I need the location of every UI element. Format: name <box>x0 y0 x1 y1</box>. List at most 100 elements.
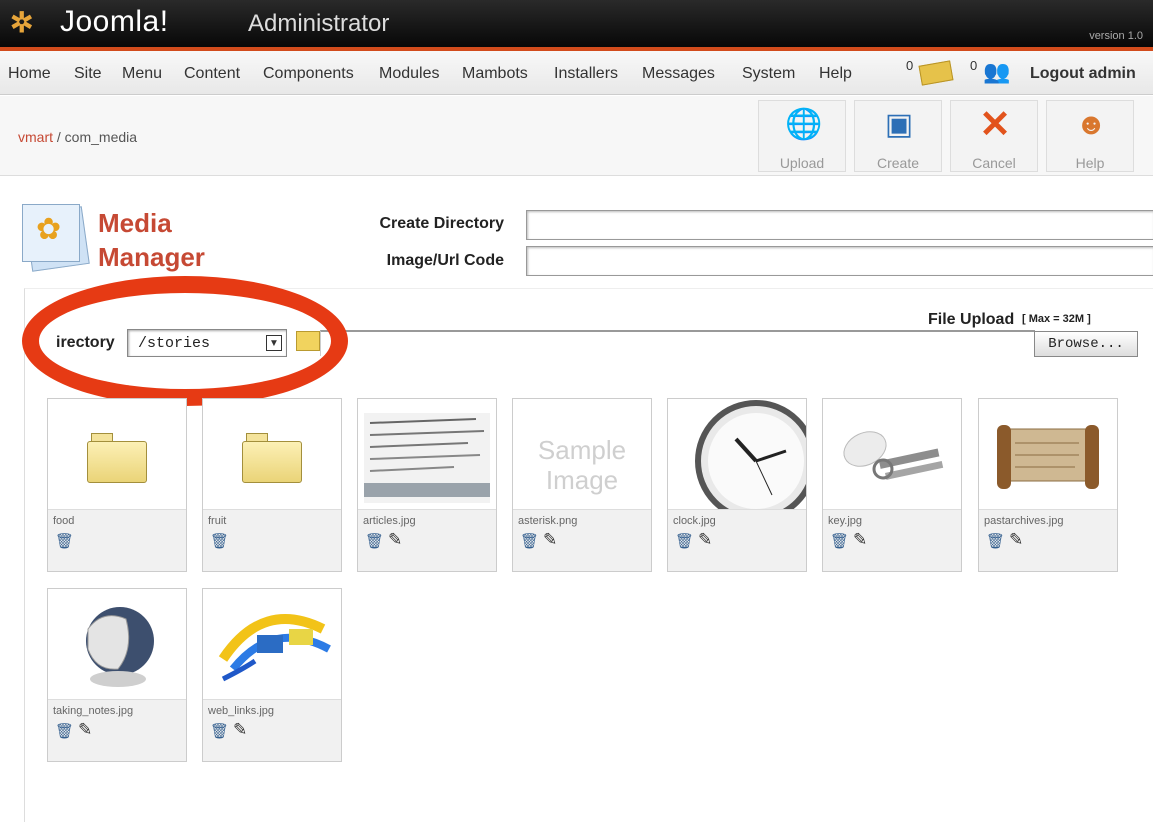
menu-menu[interactable]: Menu <box>122 65 162 83</box>
media-item[interactable]: clock.jpg 🗑 ✎ <box>667 398 807 572</box>
pencil-icon[interactable]: ✎ <box>853 530 867 550</box>
menu-home[interactable]: Home <box>8 65 51 83</box>
trash-icon[interactable]: 🗑 <box>210 722 229 740</box>
highlight-ring <box>22 276 348 406</box>
folder-thumbnail[interactable] <box>203 399 341 509</box>
menu-content[interactable]: Content <box>184 65 240 83</box>
create-window-icon: ▣ <box>884 108 914 141</box>
help-button[interactable]: ☻ Help <box>1046 100 1134 172</box>
messages-count: 0 <box>906 58 914 73</box>
web-links-thumbnail[interactable] <box>203 589 341 699</box>
breadcrumb-current: com_media <box>64 129 138 145</box>
media-item-name: web_links.jpg <box>208 705 275 717</box>
menu-components[interactable]: Components <box>263 65 354 83</box>
breadcrumb: vmart / com_media <box>18 129 137 145</box>
cancel-button[interactable]: ✕ Cancel <box>950 100 1038 172</box>
pencil-icon[interactable]: ✎ <box>1009 530 1023 550</box>
pencil-icon[interactable]: ✎ <box>78 720 92 740</box>
image-url-code-label: Image/Url Code <box>386 252 504 269</box>
scroll-image <box>997 425 1099 489</box>
users-icon[interactable]: 👥 <box>983 59 1010 85</box>
menu-installers[interactable]: Installers <box>554 65 618 83</box>
create-button[interactable]: ▣ Create <box>854 100 942 172</box>
media-item[interactable]: key.jpg 🗑 ✎ <box>822 398 962 572</box>
media-item-name: taking_notes.jpg <box>53 705 134 717</box>
trash-icon[interactable]: 🗑 <box>210 532 229 550</box>
breadcrumb-link[interactable]: vmart <box>18 129 53 145</box>
trash-icon[interactable]: 🗑 <box>365 532 384 550</box>
menu-modules[interactable]: Modules <box>379 65 439 83</box>
browse-button[interactable]: Browse... <box>1034 331 1138 357</box>
breadcrumb-separator: / <box>53 129 65 145</box>
media-item[interactable]: pastarchives.jpg 🗑 ✎ <box>978 398 1118 572</box>
media-item-name: key.jpg <box>828 515 863 527</box>
media-item[interactable]: taking_notes.jpg 🗑 ✎ <box>47 588 187 762</box>
create-label: Create <box>876 155 920 171</box>
toolbar-row: vmart / com_media 🌐 Upload ▣ Create ✕ Ca… <box>0 96 1153 176</box>
sample-image-text: Sample Image <box>537 435 627 495</box>
pastarchives-thumbnail[interactable] <box>979 399 1117 509</box>
brand-name: Joomla! <box>60 5 169 38</box>
file-upload-field[interactable] <box>320 330 1035 356</box>
key-thumbnail[interactable] <box>823 399 961 509</box>
asterisk-thumbnail[interactable]: Sample Image <box>513 399 651 509</box>
clock-image <box>695 400 806 509</box>
help-person-icon: ☻ <box>1075 108 1107 141</box>
key-image <box>843 431 944 480</box>
cancel-label: Cancel <box>972 155 1016 171</box>
media-item-name: pastarchives.jpg <box>984 515 1064 527</box>
articles-thumbnail[interactable] <box>358 399 496 509</box>
image-url-code-input[interactable] <box>526 246 1153 276</box>
mail-icon[interactable] <box>918 60 954 86</box>
menu-messages[interactable]: Messages <box>642 65 715 83</box>
version-label: version 1.0 <box>1089 30 1143 42</box>
menu-system[interactable]: System <box>742 65 795 83</box>
taking-notes-thumbnail[interactable] <box>48 589 186 699</box>
media-item-name: clock.jpg <box>673 515 716 527</box>
media-item[interactable]: articles.jpg 🗑 ✎ <box>357 398 497 572</box>
pencil-icon[interactable]: ✎ <box>698 530 712 550</box>
pencil-icon[interactable]: ✎ <box>543 530 557 550</box>
users-count: 0 <box>970 58 978 73</box>
pencil-icon[interactable]: ✎ <box>233 720 247 740</box>
menu-help[interactable]: Help <box>819 65 852 83</box>
create-directory-label: Create Directory <box>379 215 505 232</box>
taking-notes-image <box>86 607 154 687</box>
trash-icon[interactable]: 🗑 <box>55 532 74 550</box>
media-item-name: fruit <box>208 515 227 527</box>
pencil-icon[interactable]: ✎ <box>388 530 402 550</box>
main-menu: Home Site Menu Content Components Module… <box>0 51 1153 95</box>
clock-thumbnail[interactable] <box>668 399 806 509</box>
trash-icon[interactable]: 🗑 <box>675 532 694 550</box>
folder-thumbnail[interactable] <box>48 399 186 509</box>
trash-icon[interactable]: 🗑 <box>830 532 849 550</box>
media-manager-icon: ✿ <box>20 202 92 274</box>
web-links-image <box>218 614 331 682</box>
logout-link[interactable]: Logout admin <box>1030 65 1136 83</box>
trash-icon[interactable]: 🗑 <box>520 532 539 550</box>
create-directory-input[interactable] <box>526 210 1153 240</box>
help-label: Help <box>1075 155 1105 171</box>
trash-icon[interactable]: 🗑 <box>55 722 74 740</box>
upload-button[interactable]: 🌐 Upload <box>758 100 846 172</box>
joomla-logo-icon: ✲ <box>10 7 34 38</box>
media-item-name: food <box>53 515 75 527</box>
app-name: Administrator <box>248 10 390 37</box>
articles-image <box>358 399 496 509</box>
media-item[interactable]: web_links.jpg 🗑 ✎ <box>202 588 342 762</box>
menu-mambots[interactable]: Mambots <box>462 65 528 83</box>
file-upload-label: File Upload <box>928 311 1015 328</box>
folder-icon <box>87 433 147 483</box>
top-header: ✲ Joomla! Administrator version 1.0 <box>0 0 1153 51</box>
max-size-label: [ Max = 32M ] <box>1022 313 1091 325</box>
cancel-x-icon: ✕ <box>979 104 1011 146</box>
media-item-name: articles.jpg <box>363 515 416 527</box>
media-item[interactable]: Sample Image asterisk.png 🗑 ✎ <box>512 398 652 572</box>
menu-site[interactable]: Site <box>74 65 102 83</box>
page-title: Media Manager <box>98 208 205 272</box>
media-item[interactable]: food 🗑 <box>47 398 187 572</box>
media-item[interactable]: fruit 🗑 <box>202 398 342 572</box>
trash-icon[interactable]: 🗑 <box>986 532 1005 550</box>
upload-label: Upload <box>779 155 825 171</box>
globe-upload-icon: 🌐 <box>785 108 823 141</box>
